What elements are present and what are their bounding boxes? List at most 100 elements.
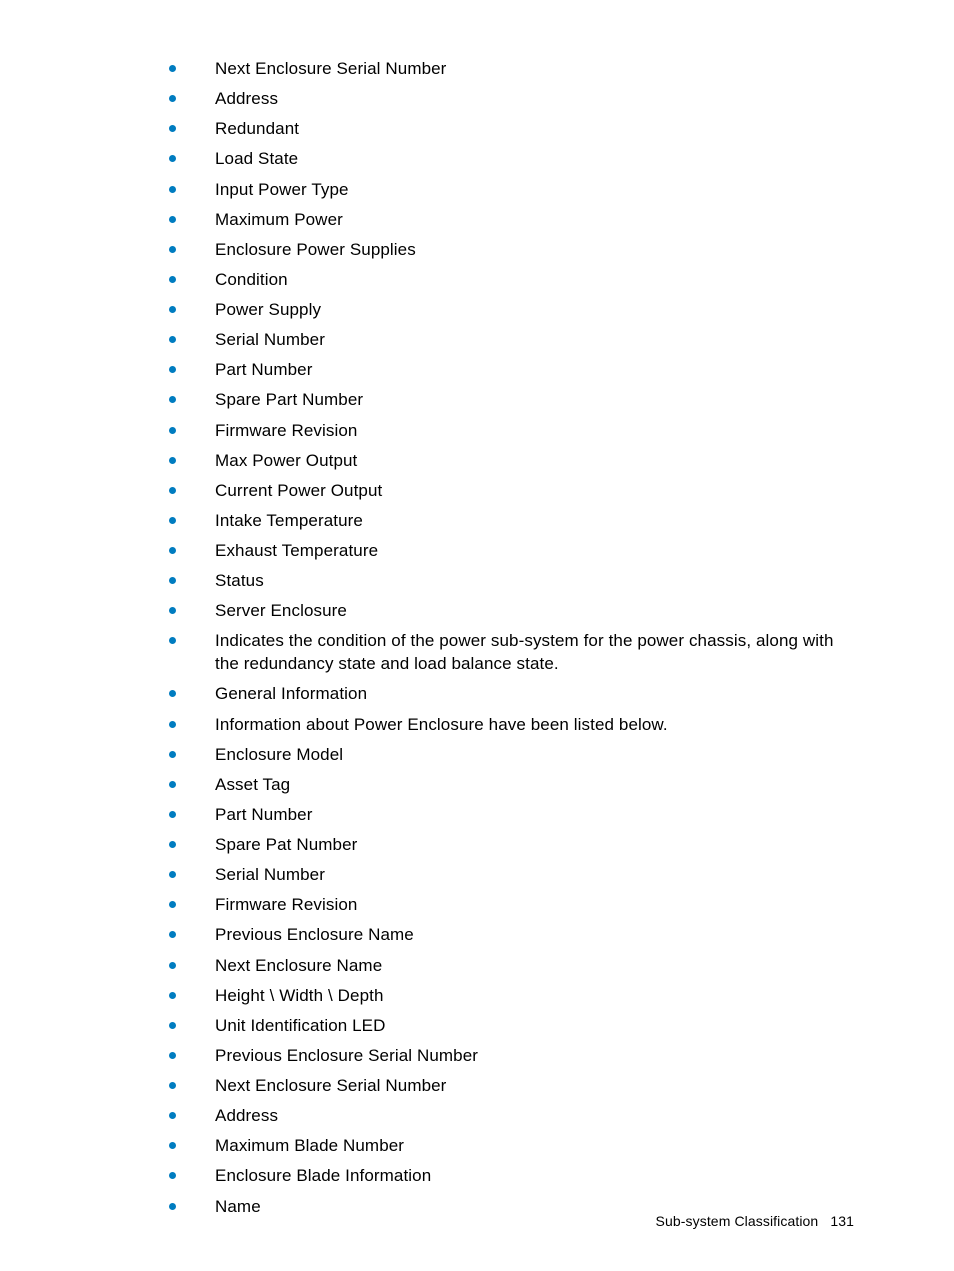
bullet-dot-icon (169, 871, 176, 878)
bullet-dot-icon (169, 1112, 176, 1119)
bullet-dot-icon (169, 246, 176, 253)
bullet-dot-icon (169, 517, 176, 524)
bullet-dot-icon (169, 457, 176, 464)
bullet-item: Address (155, 88, 854, 111)
bullet-dot-icon (169, 95, 176, 102)
bullet-dot-icon (169, 637, 176, 644)
footer-section: Sub-system Classification (656, 1213, 819, 1229)
bullet-item: Asset Tag (155, 774, 854, 797)
bullet-item: Enclosure Blade Information (155, 1165, 854, 1188)
bullet-dot-icon (169, 487, 176, 494)
bullet-dot-icon (169, 155, 176, 162)
bullet-dot-icon (169, 65, 176, 72)
bullet-dot-icon (169, 427, 176, 434)
bullet-text: Enclosure Model (215, 745, 343, 764)
bullet-text: Height \ Width \ Depth (215, 986, 384, 1005)
bullet-dot-icon (169, 1022, 176, 1029)
bullet-dot-icon (169, 216, 176, 223)
bullet-item: Firmware Revision (155, 894, 854, 917)
bullet-dot-icon (169, 607, 176, 614)
bullet-dot-icon (169, 781, 176, 788)
bullet-dot-icon (169, 962, 176, 969)
bullet-dot-icon (169, 1142, 176, 1149)
bullet-item: Enclosure Model (155, 744, 854, 767)
bullet-item: Indicates the condition of the power sub… (155, 630, 854, 676)
bullet-dot-icon (169, 276, 176, 283)
bullet-text: Previous Enclosure Serial Number (215, 1046, 478, 1065)
bullet-item: Previous Enclosure Serial Number (155, 1045, 854, 1068)
bullet-item: Part Number (155, 804, 854, 827)
bullet-text: Next Enclosure Name (215, 956, 382, 975)
bullet-list: Next Enclosure Serial Number Address Redun… (155, 58, 854, 1219)
page-footer: Sub-system Classification 131 (656, 1213, 854, 1229)
bullet-dot-icon (169, 811, 176, 818)
bullet-text: Input Power Type (215, 180, 349, 199)
bullet-dot-icon (169, 901, 176, 908)
bullet-text: Power Supply (215, 300, 321, 319)
bullet-item: General Information (155, 683, 854, 706)
bullet-dot-icon (169, 721, 176, 728)
bullet-item: Maximum Blade Number (155, 1135, 854, 1158)
bullet-text: Spare Part Number (215, 390, 363, 409)
bullet-item: Unit Identification LED (155, 1015, 854, 1038)
bullet-text: Current Power Output (215, 481, 382, 500)
bullet-dot-icon (169, 366, 176, 373)
bullet-item: Status (155, 570, 854, 593)
bullet-text: Firmware Revision (215, 895, 357, 914)
bullet-text: Maximum Power (215, 210, 343, 229)
bullet-text: Serial Number (215, 330, 325, 349)
bullet-item: Enclosure Power Supplies (155, 239, 854, 262)
bullet-item: Part Number (155, 359, 854, 382)
bullet-text: Serial Number (215, 865, 325, 884)
bullet-item: Next Enclosure Name (155, 955, 854, 978)
bullet-text: Spare Pat Number (215, 835, 357, 854)
bullet-text: Max Power Output (215, 451, 357, 470)
bullet-text: Server Enclosure (215, 601, 347, 620)
bullet-dot-icon (169, 396, 176, 403)
bullet-item: Intake Temperature (155, 510, 854, 533)
bullet-text: Next Enclosure Serial Number (215, 1076, 446, 1095)
bullet-item: Condition (155, 269, 854, 292)
bullet-dot-icon (169, 690, 176, 697)
bullet-dot-icon (169, 1082, 176, 1089)
bullet-item: Spare Part Number (155, 389, 854, 412)
bullet-dot-icon (169, 1172, 176, 1179)
bullet-text: General Information (215, 684, 367, 703)
bullet-item: Previous Enclosure Name (155, 924, 854, 947)
bullet-text: Part Number (215, 360, 312, 379)
bullet-text: Exhaust Temperature (215, 541, 378, 560)
bullet-text: Enclosure Blade Information (215, 1166, 431, 1185)
bullet-item: Next Enclosure Serial Number (155, 58, 854, 81)
bullet-text: Unit Identification LED (215, 1016, 386, 1035)
page-content: Next Enclosure Serial Number Address Redun… (0, 0, 954, 1219)
bullet-dot-icon (169, 125, 176, 132)
bullet-text: Previous Enclosure Name (215, 925, 414, 944)
bullet-item: Firmware Revision (155, 420, 854, 443)
bullet-dot-icon (169, 841, 176, 848)
bullet-dot-icon (169, 577, 176, 584)
bullet-item: Exhaust Temperature (155, 540, 854, 563)
bullet-text: Intake Temperature (215, 511, 363, 530)
bullet-dot-icon (169, 306, 176, 313)
footer-page-number: 131 (830, 1213, 854, 1229)
bullet-item: Height \ Width \ Depth (155, 985, 854, 1008)
bullet-text: Firmware Revision (215, 421, 357, 440)
bullet-item: Serial Number (155, 329, 854, 352)
bullet-text: Indicates the condition of the power sub… (215, 631, 834, 673)
bullet-dot-icon (169, 336, 176, 343)
bullet-text: Next Enclosure Serial Number (215, 59, 446, 78)
bullet-dot-icon (169, 186, 176, 193)
bullet-text: Redundant (215, 119, 299, 138)
bullet-dot-icon (169, 931, 176, 938)
bullet-item: Address (155, 1105, 854, 1128)
bullet-item: Power Supply (155, 299, 854, 322)
bullet-item: Load State (155, 148, 854, 171)
bullet-item: Server Enclosure (155, 600, 854, 623)
bullet-text: Condition (215, 270, 288, 289)
bullet-item: Serial Number (155, 864, 854, 887)
bullet-dot-icon (169, 751, 176, 758)
bullet-item: Current Power Output (155, 480, 854, 503)
bullet-item: Redundant (155, 118, 854, 141)
bullet-text: Status (215, 571, 264, 590)
bullet-dot-icon (169, 1203, 176, 1210)
